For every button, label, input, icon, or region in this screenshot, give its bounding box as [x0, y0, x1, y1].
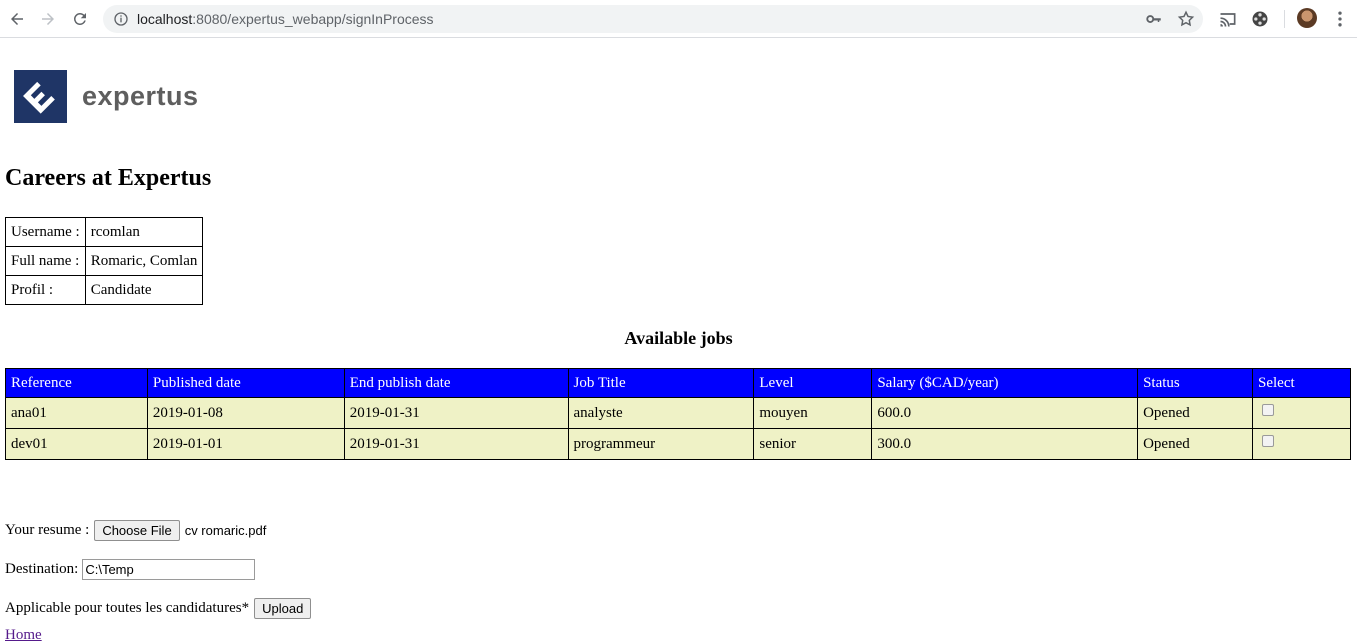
url-text: localhost:8080/expertus_webapp/signInPro… — [137, 11, 434, 27]
cell-end-date: 2019-01-31 — [343, 397, 569, 429]
table-row: ana01 2019-01-08 2019-01-31 analyste mou… — [5, 397, 1351, 429]
expertus-logo-mark — [14, 69, 67, 123]
cell-reference: ana01 — [5, 397, 148, 429]
jobs-table: Reference Published date End publish dat… — [5, 368, 1351, 460]
select-checkbox[interactable] — [1262, 404, 1274, 417]
profile-avatar[interactable] — [1297, 8, 1317, 28]
cell-job-title: programmeur — [567, 428, 755, 460]
cell-reference: dev01 — [5, 428, 148, 460]
resume-label: Your resume : — [5, 522, 90, 538]
cell-level: mouyen — [753, 397, 873, 429]
cell-salary: 300.0 — [871, 428, 1139, 460]
column-header: Job Title — [567, 368, 755, 398]
column-header: Reference — [5, 368, 148, 398]
cell-published-date: 2019-01-08 — [146, 397, 345, 429]
extension-film-icon[interactable] — [1250, 9, 1270, 29]
table-row: dev01 2019-01-01 2019-01-31 programmeur … — [5, 428, 1351, 460]
user-info-value: Candidate — [84, 275, 204, 305]
jobs-header-row: Reference Published date End publish dat… — [5, 368, 1351, 398]
destination-input[interactable] — [82, 559, 256, 580]
cast-icon[interactable] — [1218, 9, 1238, 29]
home-link[interactable]: Home — [5, 627, 42, 644]
logo-wordmark: expertus — [82, 80, 199, 111]
cell-published-date: 2019-01-01 — [146, 428, 345, 460]
expertus-logo: expertus — [14, 69, 214, 123]
user-info-row: Profil : Candidate — [5, 275, 204, 305]
bookmark-star-icon[interactable] — [1177, 10, 1195, 28]
cell-select — [1252, 397, 1351, 429]
resume-row: Your resume : Choose File cv romaric.pdf — [5, 520, 266, 541]
toolbar-divider — [1284, 10, 1285, 28]
more-menu-icon[interactable] — [1330, 9, 1350, 29]
cell-salary: 600.0 — [871, 397, 1139, 429]
address-bar[interactable]: localhost:8080/expertus_webapp/signInPro… — [103, 5, 1203, 33]
user-info-row: Username : rcomlan — [5, 217, 204, 247]
column-header: Salary ($CAD/year) — [871, 368, 1139, 398]
user-info-label: Profil : — [5, 275, 86, 305]
page-title: Careers at Expertus — [5, 165, 212, 191]
upload-row: Applicable pour toutes les candidatures*… — [5, 598, 312, 619]
destination-label: Destination: — [5, 561, 79, 577]
cell-status: Opened — [1137, 397, 1253, 429]
column-header: Published date — [146, 368, 345, 398]
choose-file-button[interactable]: Choose File — [94, 520, 180, 541]
selected-file-name: cv romaric.pdf — [184, 523, 267, 538]
user-info-row: Full name : Romaric, Comlan — [5, 246, 204, 276]
cell-select — [1252, 428, 1351, 460]
cell-level: senior — [753, 428, 873, 460]
user-info-value: Romaric, Comlan — [84, 246, 204, 276]
user-info-table: Username : rcomlan Full name : Romaric, … — [5, 217, 204, 305]
user-info-label: Username : — [5, 217, 86, 247]
applicable-label: Applicable pour toutes les candidatures* — [5, 600, 250, 616]
browser-toolbar: localhost:8080/expertus_webapp/signInPro… — [0, 0, 1357, 38]
cell-end-date: 2019-01-31 — [343, 428, 569, 460]
cell-status: Opened — [1137, 428, 1253, 460]
user-info-value: rcomlan — [84, 217, 204, 247]
user-info-label: Full name : — [5, 246, 86, 276]
column-header: Status — [1137, 368, 1253, 398]
available-jobs-heading: Available jobs — [624, 328, 733, 348]
select-checkbox[interactable] — [1262, 435, 1274, 448]
reload-icon[interactable] — [68, 7, 92, 31]
key-icon[interactable] — [1145, 10, 1163, 28]
destination-row: Destination: — [5, 559, 256, 580]
back-arrow-icon[interactable] — [5, 7, 29, 31]
column-header: Level — [753, 368, 873, 398]
forward-arrow-icon[interactable] — [36, 7, 60, 31]
column-header: End publish date — [343, 368, 569, 398]
site-info-icon[interactable] — [113, 11, 129, 27]
column-header: Select — [1252, 368, 1351, 398]
upload-button[interactable]: Upload — [254, 598, 312, 619]
cell-job-title: analyste — [567, 397, 755, 429]
